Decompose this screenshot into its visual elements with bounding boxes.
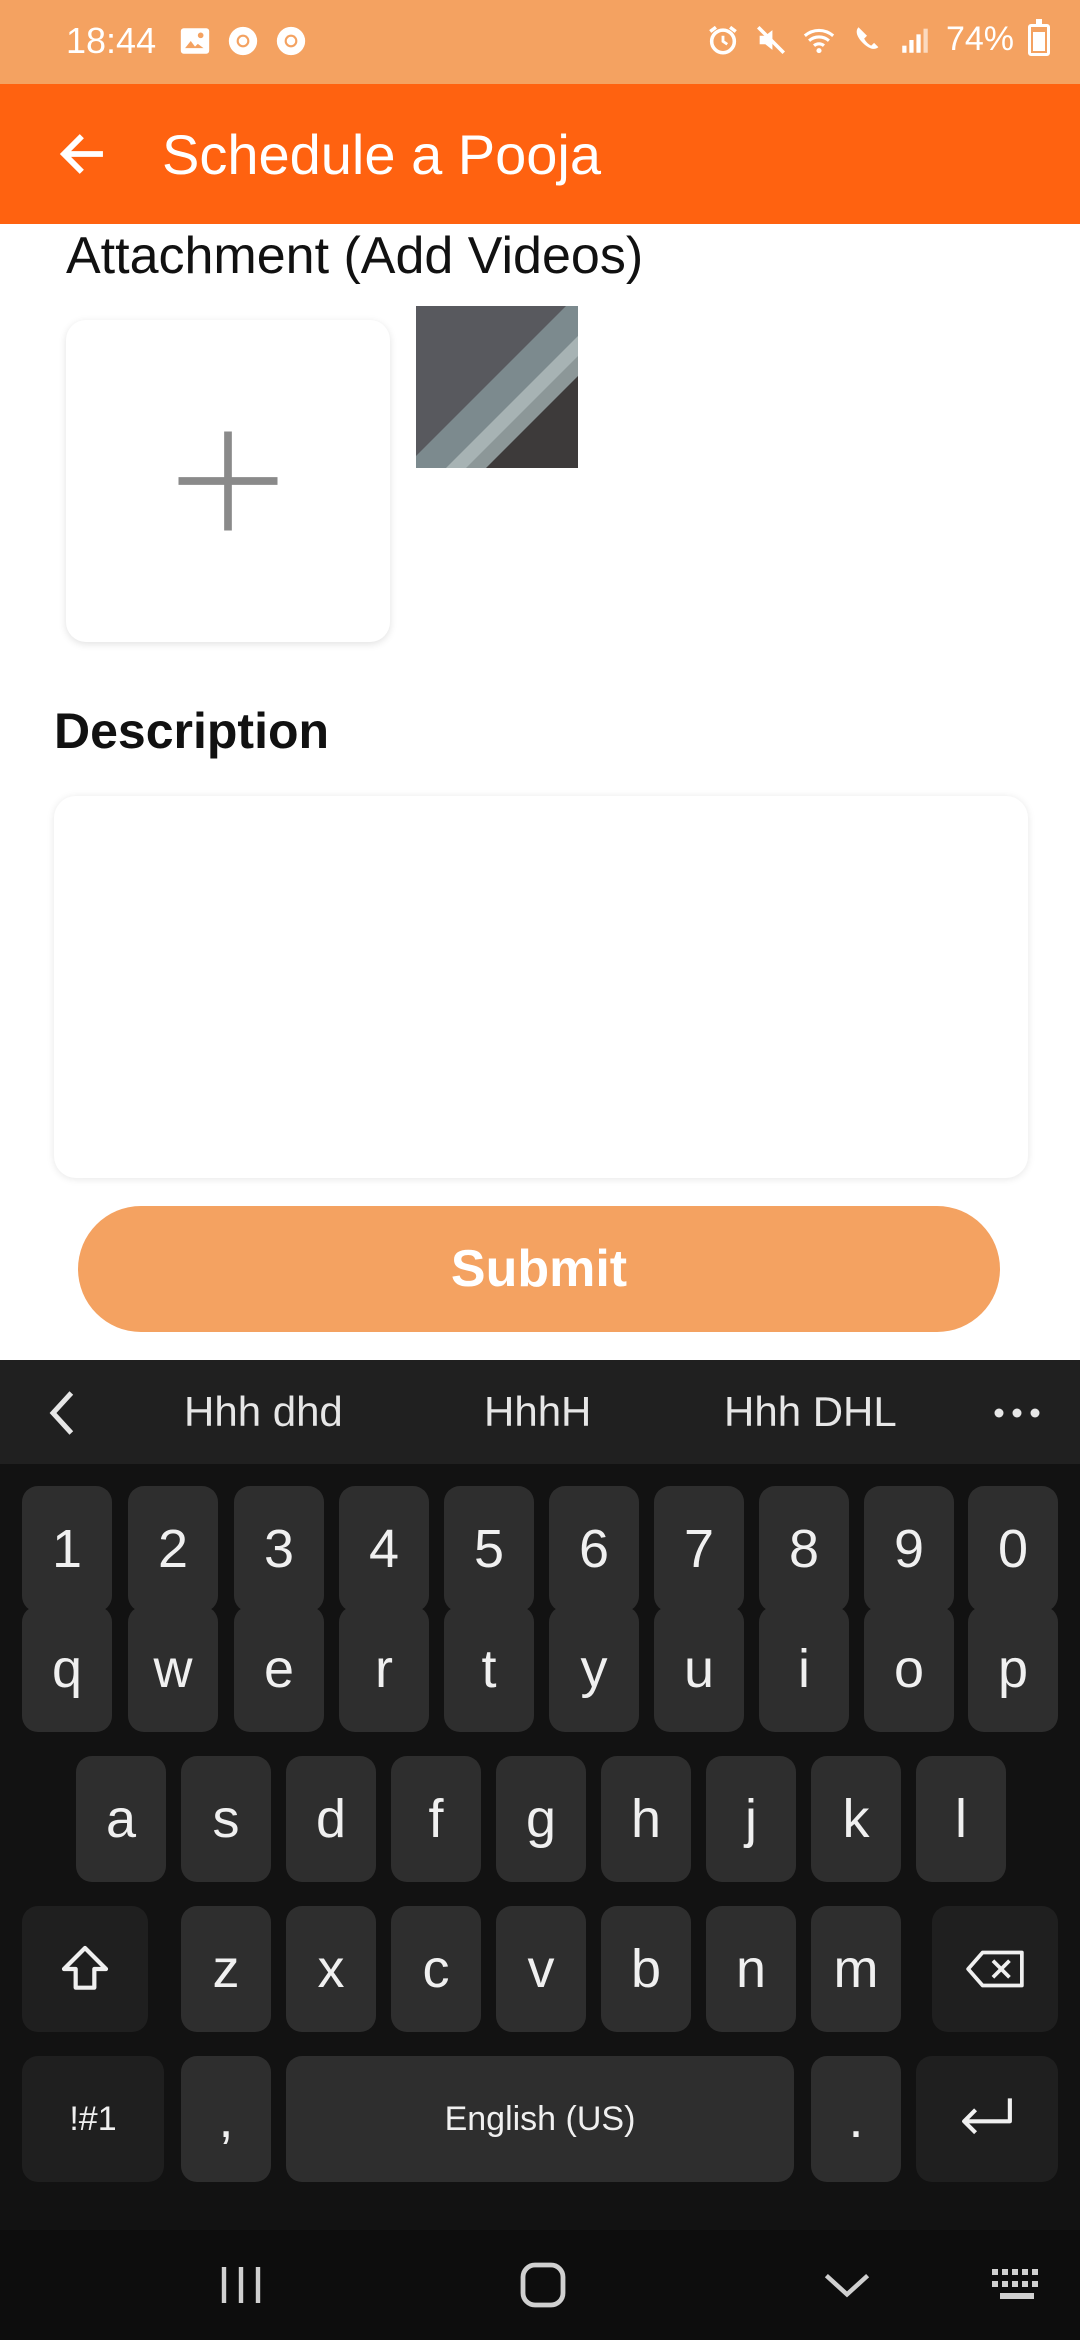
- suggestion-1[interactable]: Hhh dhd: [184, 1388, 343, 1436]
- status-bar: 18:44 74%: [0, 0, 1080, 84]
- attachment-label: Attachment (Add Videos): [66, 227, 644, 285]
- submit-button[interactable]: Submit: [78, 1206, 1000, 1332]
- key-0[interactable]: 0: [968, 1486, 1058, 1612]
- chevron-left-icon: [49, 1391, 74, 1435]
- suggestion-bar: Hhh dhd HhhH Hhh DHL: [0, 1360, 1080, 1464]
- chrome-icon: [276, 26, 306, 56]
- signal-icon: [902, 28, 928, 53]
- key-8[interactable]: 8: [759, 1486, 849, 1612]
- key-c[interactable]: c: [391, 1906, 481, 2032]
- key-f[interactable]: f: [391, 1756, 481, 1882]
- key-t[interactable]: t: [444, 1606, 534, 1732]
- key-j[interactable]: j: [706, 1756, 796, 1882]
- key-y[interactable]: y: [549, 1606, 639, 1732]
- wifi-icon: [803, 28, 835, 53]
- suggestion-collapse-button[interactable]: [38, 1386, 88, 1440]
- key-5[interactable]: 5: [444, 1486, 534, 1612]
- backspace-icon: [966, 1950, 1024, 1988]
- on-screen-keyboard: Hhh dhd HhhH Hhh DHL 1 2 3 4 5 6 7 8 9 0…: [0, 1360, 1080, 2230]
- status-left-icons: [178, 24, 308, 58]
- key-1[interactable]: 1: [22, 1486, 112, 1612]
- enter-icon: [962, 2098, 1012, 2135]
- key-z[interactable]: z: [181, 1906, 271, 2032]
- key-3[interactable]: 3: [234, 1486, 324, 1612]
- battery-percent: 74%: [945, 20, 1014, 58]
- key-b[interactable]: b: [601, 1906, 691, 2032]
- system-nav-bar: [0, 2230, 1080, 2340]
- period-key[interactable]: .: [811, 2056, 901, 2182]
- key-x[interactable]: x: [286, 1906, 376, 2032]
- gallery-icon: [180, 28, 210, 54]
- key-m[interactable]: m: [811, 1906, 901, 2032]
- back-button[interactable]: [50, 122, 114, 186]
- key-l[interactable]: l: [916, 1756, 1006, 1882]
- key-2[interactable]: 2: [128, 1486, 218, 1612]
- key-q[interactable]: q: [22, 1606, 112, 1732]
- page-title: Schedule a Pooja: [162, 123, 602, 186]
- backspace-key[interactable]: [932, 1906, 1058, 2032]
- app-bar: Schedule a Pooja: [0, 84, 1080, 224]
- keyboard-switch-button[interactable]: [982, 2250, 1052, 2320]
- key-d[interactable]: d: [286, 1756, 376, 1882]
- arrow-left-icon: [59, 134, 103, 174]
- home-button[interactable]: [508, 2250, 578, 2320]
- key-i[interactable]: i: [759, 1606, 849, 1732]
- more-options-button[interactable]: [992, 1386, 1042, 1440]
- suggestion-2[interactable]: HhhH: [484, 1388, 591, 1436]
- status-right-icons: 74%: [706, 18, 1050, 59]
- key-a[interactable]: a: [76, 1756, 166, 1882]
- key-e[interactable]: e: [234, 1606, 324, 1732]
- video-thumbnail[interactable]: [416, 306, 578, 468]
- alarm-icon: [709, 25, 737, 55]
- key-k[interactable]: k: [811, 1756, 901, 1882]
- key-o[interactable]: o: [864, 1606, 954, 1732]
- key-s[interactable]: s: [181, 1756, 271, 1882]
- recent-apps-icon: [221, 2267, 261, 2303]
- key-g[interactable]: g: [496, 1756, 586, 1882]
- symbols-key[interactable]: !#1: [22, 2056, 164, 2182]
- space-key[interactable]: English (US): [286, 2056, 794, 2182]
- mute-icon: [756, 25, 785, 54]
- hide-keyboard-button[interactable]: [812, 2250, 882, 2320]
- description-label: Description: [54, 703, 330, 759]
- key-u[interactable]: u: [654, 1606, 744, 1732]
- shift-icon: [61, 1945, 109, 1990]
- key-7[interactable]: 7: [654, 1486, 744, 1612]
- key-6[interactable]: 6: [549, 1486, 639, 1612]
- description-input[interactable]: [54, 796, 1028, 1178]
- key-4[interactable]: 4: [339, 1486, 429, 1612]
- shift-key[interactable]: [22, 1906, 148, 2032]
- key-w[interactable]: w: [128, 1606, 218, 1732]
- recent-apps-button[interactable]: [206, 2250, 276, 2320]
- comma-key[interactable]: ,: [181, 2056, 271, 2182]
- thumbnail-image: [416, 306, 578, 468]
- home-icon: [520, 2262, 566, 2308]
- suggestion-3[interactable]: Hhh DHL: [724, 1388, 897, 1436]
- keyboard-icon: [992, 2269, 1038, 2299]
- key-h[interactable]: h: [601, 1756, 691, 1882]
- status-time: 18:44: [66, 20, 157, 61]
- back-chevron-icon: [824, 2273, 870, 2298]
- enter-key[interactable]: [916, 2056, 1058, 2182]
- more-dots-icon: [994, 1408, 1040, 1418]
- wifi-calling-icon: [856, 26, 879, 49]
- add-attachment-button[interactable]: [66, 320, 390, 642]
- key-v[interactable]: v: [496, 1906, 586, 2032]
- plus-icon: [178, 431, 278, 531]
- battery-icon: [1028, 18, 1050, 56]
- key-9[interactable]: 9: [864, 1486, 954, 1612]
- chrome-icon: [228, 26, 258, 56]
- key-p[interactable]: p: [968, 1606, 1058, 1732]
- key-r[interactable]: r: [339, 1606, 429, 1732]
- key-n[interactable]: n: [706, 1906, 796, 2032]
